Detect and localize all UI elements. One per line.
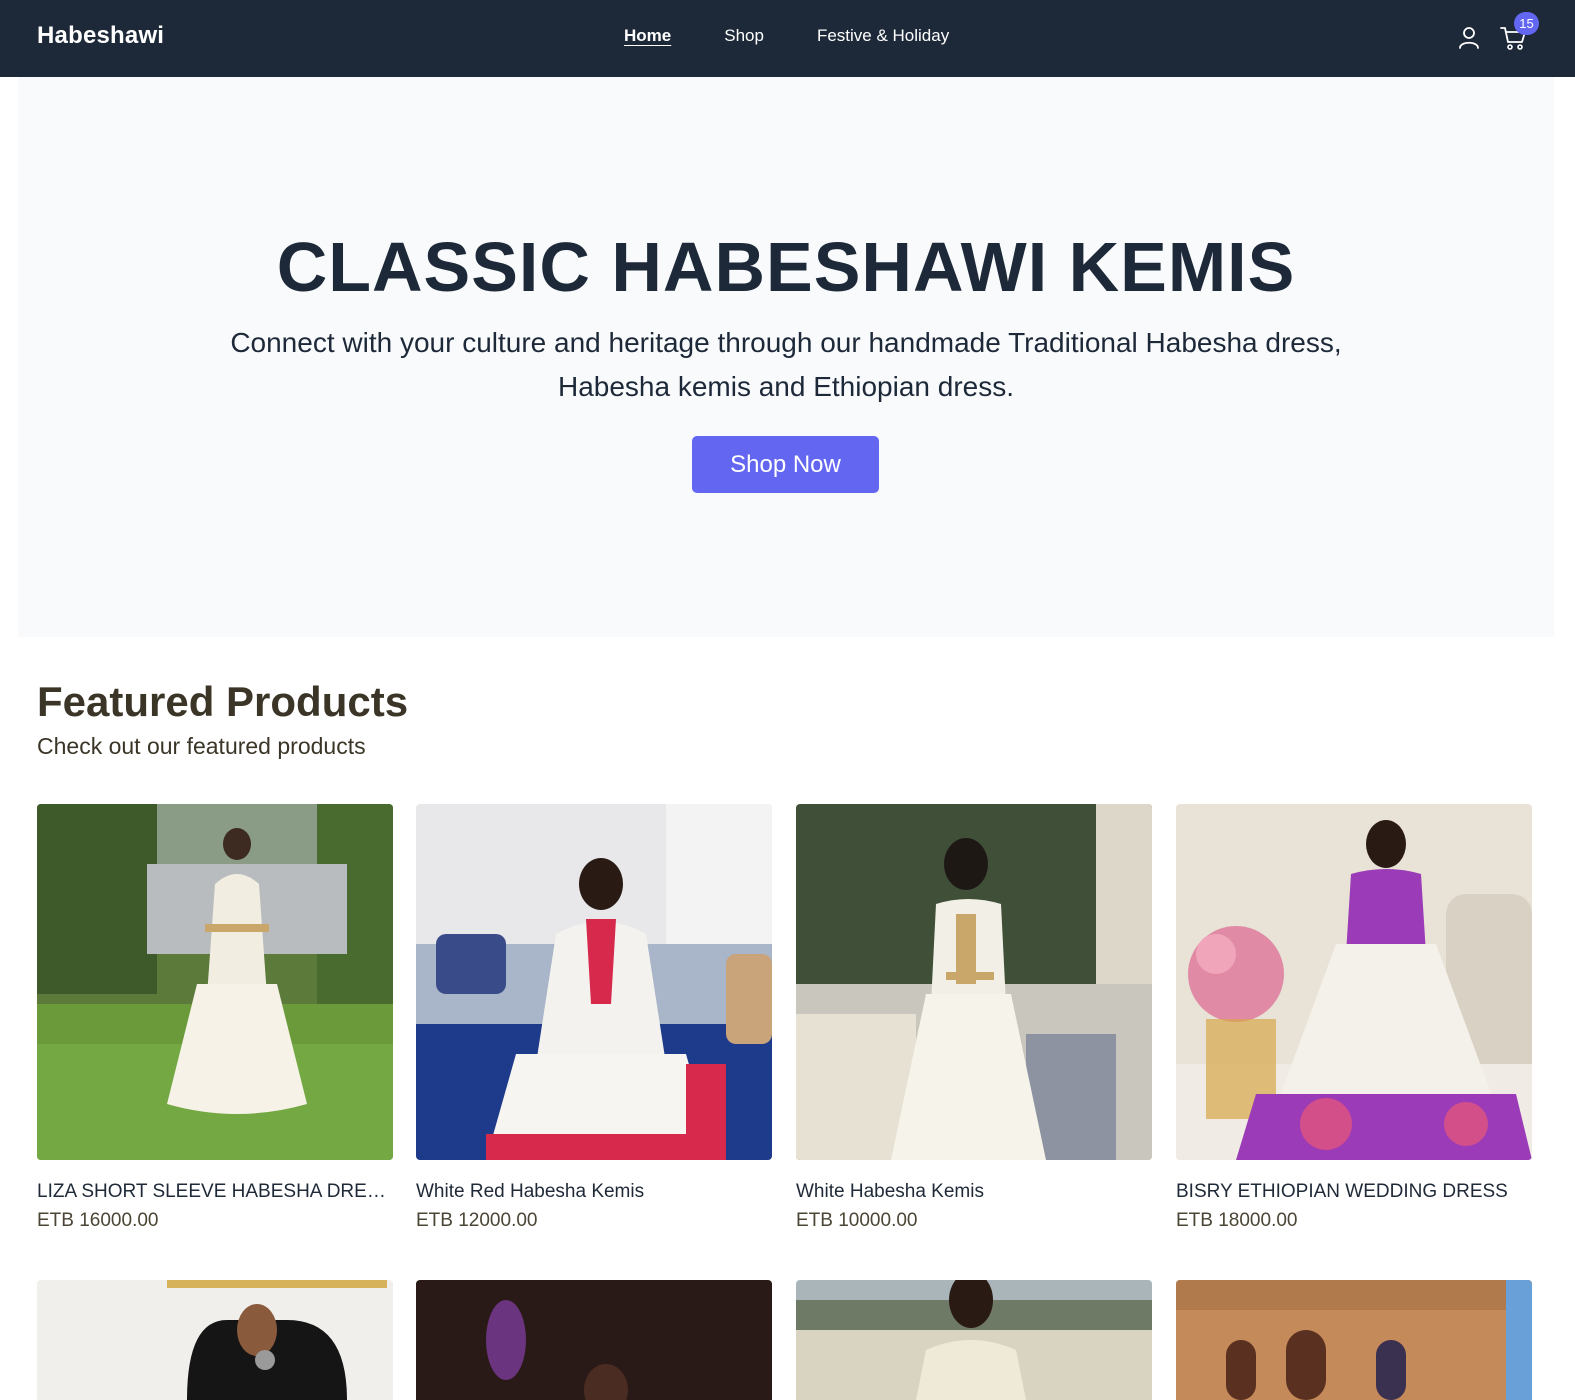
hero-section: CLASSIC HABESHAWI KEMIS Connect with you… xyxy=(18,77,1554,637)
product-image[interactable] xyxy=(416,804,772,1160)
main-nav: Home Shop Festive & Holiday xyxy=(624,26,949,46)
product-image[interactable] xyxy=(37,804,393,1160)
product-image[interactable] xyxy=(1176,804,1532,1160)
product-name[interactable]: BISRY ETHIOPIAN WEDDING DRESS xyxy=(1176,1181,1528,1203)
product-name[interactable]: White Red Habesha Kemis xyxy=(416,1181,768,1203)
product-card[interactable]: White Habesha Kemis ETB 10000.00 xyxy=(796,804,1152,1232)
product-name[interactable]: White Habesha Kemis xyxy=(796,1181,1148,1203)
nav-home[interactable]: Home xyxy=(624,26,671,46)
product-price: ETB 10000.00 xyxy=(796,1210,918,1231)
product-image[interactable] xyxy=(796,804,1152,1160)
nav-festive-holiday[interactable]: Festive & Holiday xyxy=(817,26,949,46)
featured-subtitle: Check out our featured products xyxy=(37,733,366,759)
shop-now-button[interactable]: Shop Now xyxy=(692,436,879,493)
featured-title: Featured Products xyxy=(37,678,409,725)
product-card[interactable]: White Red Habesha Kemis ETB 12000.00 xyxy=(416,804,772,1232)
product-price: ETB 18000.00 xyxy=(1176,1210,1298,1231)
product-card[interactable]: BISRY ETHIOPIAN WEDDING DRESS ETB 18000.… xyxy=(1176,804,1532,1232)
product-image[interactable] xyxy=(796,1280,1152,1400)
user-icon[interactable] xyxy=(1458,26,1480,50)
product-name[interactable]: LIZA SHORT SLEEVE HABESHA DRESS xyxy=(37,1181,389,1203)
product-image[interactable] xyxy=(416,1280,772,1400)
top-navbar: Habeshawi Home Shop Festive & Holiday 15 xyxy=(0,0,1575,77)
cart-count-badge: 15 xyxy=(1514,12,1539,35)
brand-logo[interactable]: Habeshawi xyxy=(37,22,164,50)
product-image[interactable] xyxy=(1176,1280,1532,1400)
hero-title: CLASSIC HABESHAWI KEMIS xyxy=(276,228,1296,306)
nav-shop[interactable]: Shop xyxy=(724,26,764,46)
product-price: ETB 12000.00 xyxy=(416,1210,538,1231)
product-price: ETB 16000.00 xyxy=(37,1210,159,1231)
product-image[interactable] xyxy=(37,1280,393,1400)
hero-subtitle: Connect with your culture and heritage t… xyxy=(230,327,1342,402)
product-card[interactable]: LIZA SHORT SLEEVE HABESHA DRESS ETB 1600… xyxy=(37,804,393,1232)
